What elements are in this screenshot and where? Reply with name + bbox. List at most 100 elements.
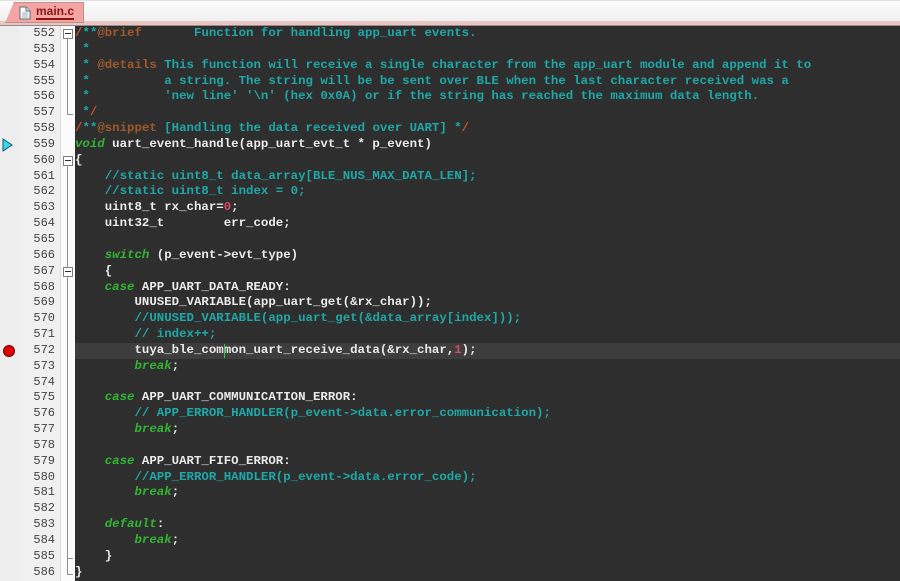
code-text[interactable]: break; <box>75 359 900 375</box>
fold-toggle-icon[interactable] <box>63 29 73 39</box>
breakpoint-margin[interactable] <box>0 89 18 105</box>
code-text[interactable]: * @details This function will receive a … <box>75 58 900 74</box>
code-text[interactable]: * <box>75 42 900 58</box>
breakpoint-margin[interactable] <box>0 327 18 343</box>
code-text[interactable]: switch (p_event->evt_type) <box>75 248 900 264</box>
code-text[interactable]: * a string. The string will be be sent o… <box>75 74 900 90</box>
breakpoint-margin[interactable] <box>0 485 18 501</box>
breakpoint-margin[interactable] <box>0 533 18 549</box>
code-segment: // APP_ERROR_HANDLER(p_event->data.error… <box>135 406 551 420</box>
fold-column <box>60 58 75 74</box>
fold-line <box>67 58 68 74</box>
breakpoint-margin[interactable] <box>0 311 18 327</box>
code-text[interactable]: //APP_ERROR_HANDLER(p_event->data.error_… <box>75 470 900 486</box>
fold-line <box>67 565 68 574</box>
code-text[interactable]: } <box>75 549 900 565</box>
fold-column <box>60 438 75 454</box>
line-number: 582 <box>18 501 60 517</box>
code-text[interactable] <box>75 438 900 454</box>
breakpoint-margin[interactable] <box>0 517 18 533</box>
code-text[interactable]: break; <box>75 485 900 501</box>
code-text[interactable]: case APP_UART_FIFO_ERROR: <box>75 454 900 470</box>
code-text[interactable]: default: <box>75 517 900 533</box>
fold-line <box>67 327 68 343</box>
code-text[interactable]: //static uint8_t index = 0; <box>75 184 900 200</box>
code-text[interactable]: tuya_ble_common_uart_receive_data(&rx_ch… <box>75 343 900 359</box>
code-text[interactable] <box>75 232 900 248</box>
code-text[interactable]: // APP_ERROR_HANDLER(p_event->data.error… <box>75 406 900 422</box>
fold-column <box>60 200 75 216</box>
code-text[interactable]: void uart_event_handle(app_uart_evt_t * … <box>75 137 900 153</box>
breakpoint-margin[interactable] <box>0 42 18 58</box>
fold-column <box>60 549 75 565</box>
breakpoint-margin[interactable] <box>0 137 18 153</box>
code-text[interactable]: uint32_t err_code; <box>75 216 900 232</box>
code-text[interactable]: */ <box>75 105 900 121</box>
breakpoint-margin[interactable] <box>0 406 18 422</box>
fold-column <box>60 184 75 200</box>
breakpoint-icon[interactable] <box>3 345 15 357</box>
code-line: 568 case APP_UART_DATA_READY: <box>0 280 900 296</box>
breakpoint-margin[interactable] <box>0 454 18 470</box>
breakpoint-margin[interactable] <box>0 248 18 264</box>
breakpoint-margin[interactable] <box>0 359 18 375</box>
code-segment: break <box>135 485 172 499</box>
fold-toggle-icon[interactable] <box>63 156 73 166</box>
breakpoint-margin[interactable] <box>0 501 18 517</box>
breakpoint-margin[interactable] <box>0 375 18 391</box>
code-line: 560{ <box>0 153 900 169</box>
breakpoint-margin[interactable] <box>0 121 18 137</box>
code-text[interactable]: /**@brief Function for handling app_uart… <box>75 26 900 42</box>
breakpoint-margin[interactable] <box>0 58 18 74</box>
breakpoint-margin[interactable] <box>0 26 18 42</box>
breakpoint-margin[interactable] <box>0 200 18 216</box>
breakpoint-margin[interactable] <box>0 264 18 280</box>
breakpoint-margin[interactable] <box>0 343 18 359</box>
code-segment: // index++; <box>135 327 217 341</box>
breakpoint-margin[interactable] <box>0 216 18 232</box>
code-text[interactable]: { <box>75 264 900 280</box>
line-number: 566 <box>18 248 60 264</box>
fold-column <box>60 264 75 280</box>
code-text[interactable]: UNUSED_VARIABLE(app_uart_get(&rx_char)); <box>75 295 900 311</box>
tab-bar: main.c <box>0 0 900 26</box>
code-text[interactable]: case APP_UART_COMMUNICATION_ERROR: <box>75 390 900 406</box>
code-text[interactable]: { <box>75 153 900 169</box>
fold-column <box>60 232 75 248</box>
tab-main-c[interactable]: main.c <box>5 2 84 23</box>
fold-line <box>67 232 68 248</box>
breakpoint-margin[interactable] <box>0 565 18 581</box>
breakpoint-margin[interactable] <box>0 232 18 248</box>
breakpoint-margin[interactable] <box>0 153 18 169</box>
fold-column <box>60 533 75 549</box>
breakpoint-margin[interactable] <box>0 438 18 454</box>
code-text[interactable]: break; <box>75 533 900 549</box>
code-text[interactable] <box>75 501 900 517</box>
code-text[interactable]: case APP_UART_DATA_READY: <box>75 280 900 296</box>
code-text[interactable]: uint8_t rx_char=0; <box>75 200 900 216</box>
breakpoint-margin[interactable] <box>0 74 18 90</box>
fold-column <box>60 375 75 391</box>
code-text[interactable]: /**@snippet [Handling the data received … <box>75 121 900 137</box>
breakpoint-margin[interactable] <box>0 169 18 185</box>
line-number: 567 <box>18 264 60 280</box>
code-text[interactable]: // index++; <box>75 327 900 343</box>
breakpoint-margin[interactable] <box>0 422 18 438</box>
code-segment: case <box>105 280 135 294</box>
breakpoint-margin[interactable] <box>0 549 18 565</box>
code-text[interactable]: //UNUSED_VARIABLE(app_uart_get(&data_arr… <box>75 311 900 327</box>
breakpoint-margin[interactable] <box>0 184 18 200</box>
code-text[interactable]: } <box>75 565 900 581</box>
code-text[interactable]: break; <box>75 422 900 438</box>
text-caret <box>224 344 225 358</box>
breakpoint-margin[interactable] <box>0 295 18 311</box>
breakpoint-margin[interactable] <box>0 280 18 296</box>
fold-line <box>67 295 68 311</box>
breakpoint-margin[interactable] <box>0 105 18 121</box>
fold-toggle-icon[interactable] <box>63 267 73 277</box>
code-text[interactable]: * 'new line' '\n' (hex 0x0A) or if the s… <box>75 89 900 105</box>
breakpoint-margin[interactable] <box>0 390 18 406</box>
code-text[interactable]: //static uint8_t data_array[BLE_NUS_MAX_… <box>75 169 900 185</box>
breakpoint-margin[interactable] <box>0 470 18 486</box>
code-text[interactable] <box>75 375 900 391</box>
